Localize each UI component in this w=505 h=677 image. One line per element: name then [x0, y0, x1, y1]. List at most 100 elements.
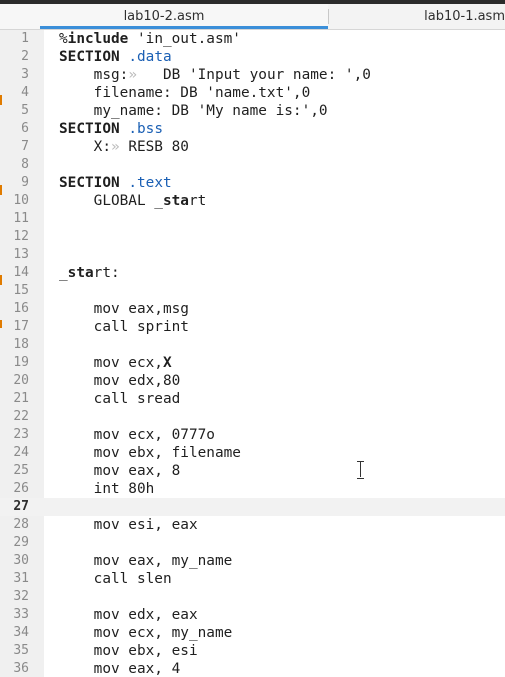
tab-label: lab10-1.asm — [424, 9, 505, 24]
code-text: mov ebx, esi — [59, 643, 198, 659]
code-line[interactable]: 1 %include 'in_out.asm' — [0, 30, 505, 48]
code-text: GLOBAL _start — [59, 193, 207, 209]
code-text: X:» RESB 80 — [59, 139, 189, 155]
code-line[interactable]: 8 — [0, 156, 505, 174]
code-line[interactable]: 24 mov ebx, filename — [0, 444, 505, 462]
line-number: 3 — [21, 67, 29, 82]
line-number: 27 — [13, 499, 29, 514]
line-number: 25 — [13, 463, 29, 478]
code-line[interactable]: 21 call sread — [0, 390, 505, 408]
code-line[interactable]: 32 — [0, 588, 505, 606]
line-number: 23 — [13, 427, 29, 442]
line-number: 36 — [13, 661, 29, 676]
code-text: %include 'in_out.asm' — [59, 31, 241, 47]
line-number: 26 — [13, 481, 29, 496]
line-number: 28 — [13, 517, 29, 532]
line-number: 10 — [13, 193, 29, 208]
line-number: 5 — [21, 103, 29, 118]
code-line[interactable]: 7 X:» RESB 80 — [0, 138, 505, 156]
code-line[interactable]: 11 — [0, 210, 505, 228]
code-line[interactable]: 19 mov ecx,X — [0, 354, 505, 372]
line-number: 22 — [13, 409, 29, 424]
code-line[interactable]: 30 mov eax, my_name — [0, 552, 505, 570]
code-line[interactable]: 6 SECTION .bss — [0, 120, 505, 138]
code-text: mov eax, my_name — [59, 553, 233, 569]
tab-label: lab10-2.asm — [123, 9, 205, 24]
code-line[interactable]: 25 mov eax, 8 — [0, 462, 505, 480]
line-number: 34 — [13, 625, 29, 640]
line-number: 19 — [13, 355, 29, 370]
code-text: mov ecx, my_name — [59, 625, 233, 641]
code-line[interactable]: 27 — [0, 498, 505, 516]
line-number: 29 — [13, 535, 29, 550]
code-text: mov eax, 4 — [59, 661, 181, 677]
code-line[interactable]: 20 mov edx,80 — [0, 372, 505, 390]
line-number: 13 — [13, 247, 29, 262]
code-line[interactable]: 31 call slen — [0, 570, 505, 588]
code-text: int 80h — [59, 481, 155, 497]
line-number: 4 — [21, 85, 29, 100]
code-line[interactable]: 9 SECTION .text — [0, 174, 505, 192]
tab-lab10-2[interactable]: lab10-2.asm — [0, 4, 328, 29]
line-number: 7 — [21, 139, 29, 154]
line-number: 30 — [13, 553, 29, 568]
code-line[interactable]: 14 _start: — [0, 264, 505, 282]
line-number: 24 — [13, 445, 29, 460]
code-line[interactable]: 4 filename: DB 'name.txt',0 — [0, 84, 505, 102]
code-text: SECTION .bss — [59, 121, 163, 137]
code-line[interactable]: 5 my_name: DB 'My name is:',0 — [0, 102, 505, 120]
code-text: call slen — [59, 571, 172, 587]
code-text: my_name: DB 'My name is:',0 — [59, 103, 328, 119]
code-text: mov edx, eax — [59, 607, 198, 623]
code-line[interactable]: 10 GLOBAL _start — [0, 192, 505, 210]
code-line[interactable]: 34 mov ecx, my_name — [0, 624, 505, 642]
code-line[interactable]: 13 — [0, 246, 505, 264]
code-line[interactable]: 33 mov edx, eax — [0, 606, 505, 624]
code-line[interactable]: 15 — [0, 282, 505, 300]
code-line[interactable]: 28 mov esi, eax — [0, 516, 505, 534]
line-number: 32 — [13, 589, 29, 604]
line-number: 8 — [21, 157, 29, 172]
code-line[interactable]: 29 — [0, 534, 505, 552]
line-number: 16 — [13, 301, 29, 316]
line-number: 2 — [21, 49, 29, 64]
line-number: 9 — [21, 175, 29, 190]
code-text: mov edx,80 — [59, 373, 181, 389]
code-line[interactable]: 36 mov eax, 4 — [0, 660, 505, 677]
code-text: mov ecx,X — [59, 355, 172, 371]
code-line[interactable]: 3 msg:» DB 'Input your name: ',0 — [0, 66, 505, 84]
code-text: msg:» DB 'Input your name: ',0 — [59, 67, 371, 83]
line-number: 12 — [13, 229, 29, 244]
line-number: 6 — [21, 121, 29, 136]
line-number: 20 — [13, 373, 29, 388]
code-text: mov eax, 8 — [59, 463, 181, 479]
line-number: 31 — [13, 571, 29, 586]
code-text: filename: DB 'name.txt',0 — [59, 85, 311, 101]
code-text: mov ecx, 0777o — [59, 427, 215, 443]
code-line[interactable]: 22 — [0, 408, 505, 426]
line-number: 33 — [13, 607, 29, 622]
line-number: 14 — [13, 265, 29, 280]
code-text: SECTION .text — [59, 175, 172, 191]
tab-lab10-1[interactable]: lab10-1.asm — [329, 4, 505, 29]
line-number: 35 — [13, 643, 29, 658]
code-line[interactable]: 12 — [0, 228, 505, 246]
code-line[interactable]: 35 mov ebx, esi — [0, 642, 505, 660]
code-line[interactable]: 16 mov eax,msg — [0, 300, 505, 318]
code-line[interactable]: 17 call sprint — [0, 318, 505, 336]
line-number: 1 — [21, 31, 29, 46]
line-number: 15 — [13, 283, 29, 298]
code-line[interactable]: 18 — [0, 336, 505, 354]
code-text: mov esi, eax — [59, 517, 198, 533]
code-editor[interactable]: 1 %include 'in_out.asm' 2 SECTION .data 3 ms… — [0, 30, 505, 677]
code-text: _start: — [59, 265, 120, 281]
tab-bar: lab10-2.asm lab10-1.asm — [0, 4, 505, 30]
code-text: SECTION .data — [59, 49, 172, 65]
line-number: 17 — [13, 319, 29, 334]
code-line[interactable]: 26 int 80h — [0, 480, 505, 498]
line-number: 11 — [13, 211, 29, 226]
code-text: mov ebx, filename — [59, 445, 241, 461]
code-line[interactable]: 2 SECTION .data — [0, 48, 505, 66]
code-line[interactable]: 23 mov ecx, 0777o — [0, 426, 505, 444]
mouse-ibeam-cursor — [357, 461, 365, 479]
